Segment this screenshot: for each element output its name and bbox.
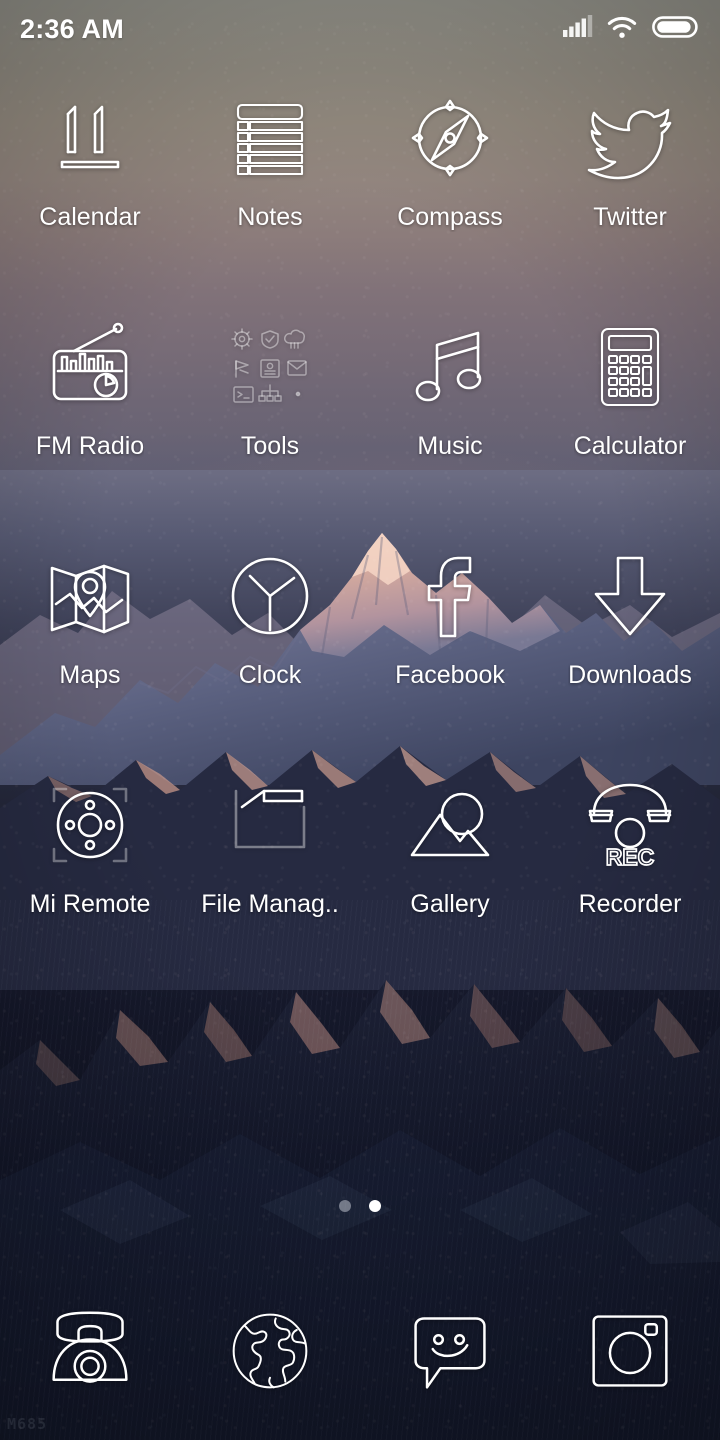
- app-icon-downloads[interactable]: Downloads: [540, 532, 720, 761]
- app-icon-maps[interactable]: Maps: [0, 532, 180, 761]
- wifi-icon: [607, 15, 637, 44]
- status-bar: 2:36 AM: [0, 0, 720, 58]
- tools-folder-icon: [214, 311, 326, 423]
- camera-icon: [578, 1299, 682, 1403]
- status-bar-icons: [562, 14, 698, 44]
- recorder-icon: REC: [574, 769, 686, 881]
- app-label: Clock: [238, 661, 302, 689]
- app-label: Facebook: [395, 661, 505, 689]
- page-dot-1[interactable]: [339, 1200, 351, 1212]
- app-label: Tools: [240, 432, 300, 460]
- wallpaper-watermark: M685: [7, 1415, 48, 1433]
- signal-icon: [562, 14, 593, 44]
- app-icon-file-manager[interactable]: File Manag..: [180, 761, 360, 990]
- globe-icon: [218, 1299, 322, 1403]
- battery-icon: [652, 15, 698, 44]
- app-label: Gallery: [410, 890, 490, 918]
- status-bar-time: 2:36 AM: [20, 13, 124, 44]
- page-dot-2[interactable]: [369, 1200, 381, 1212]
- app-label: Downloads: [568, 661, 692, 689]
- app-icon-twitter[interactable]: Twitter: [540, 74, 720, 303]
- recorder-badge-text: REC: [606, 844, 655, 870]
- app-icon-compass[interactable]: Compass: [360, 74, 540, 303]
- app-label: Maps: [59, 661, 121, 689]
- app-icon-fm-radio[interactable]: FM Radio: [0, 303, 180, 532]
- dock-item-camera[interactable]: [540, 1299, 720, 1403]
- notes-icon: [214, 82, 326, 194]
- calculator-icon: [574, 311, 686, 423]
- dock: [0, 1286, 720, 1416]
- mi-remote-icon: [34, 769, 146, 881]
- app-icon-recorder[interactable]: REC Recorder: [540, 761, 720, 990]
- app-label: Notes: [237, 203, 303, 231]
- maps-icon: [34, 540, 146, 652]
- app-grid: Calendar Notes Compass Twitter FM Radio …: [0, 74, 720, 990]
- app-label: Music: [417, 432, 483, 460]
- twitter-icon: [574, 82, 686, 194]
- dock-item-messaging[interactable]: [360, 1299, 540, 1403]
- calendar-icon: [34, 82, 146, 194]
- app-label: Recorder: [578, 890, 682, 918]
- music-icon: [394, 311, 506, 423]
- page-indicator: [0, 1200, 720, 1212]
- dock-item-phone[interactable]: [0, 1299, 180, 1403]
- app-icon-gallery[interactable]: Gallery: [360, 761, 540, 990]
- app-label: FM Radio: [35, 432, 145, 460]
- file-manager-icon: [214, 769, 326, 881]
- app-label: Calculator: [573, 432, 687, 460]
- app-label: Compass: [397, 203, 503, 231]
- app-icon-calculator[interactable]: Calculator: [540, 303, 720, 532]
- app-label: File Manag..: [201, 890, 339, 918]
- app-label: Calendar: [39, 203, 141, 231]
- app-label: Twitter: [593, 203, 667, 231]
- message-smiley-icon: [398, 1299, 502, 1403]
- compass-icon: [394, 82, 506, 194]
- app-icon-mi-remote[interactable]: Mi Remote: [0, 761, 180, 990]
- app-icon-music[interactable]: Music: [360, 303, 540, 532]
- app-icon-calendar[interactable]: Calendar: [0, 74, 180, 303]
- fm-radio-icon: [34, 311, 146, 423]
- downloads-icon: [574, 540, 686, 652]
- app-icon-facebook[interactable]: Facebook: [360, 532, 540, 761]
- facebook-icon: [394, 540, 506, 652]
- app-icon-clock[interactable]: Clock: [180, 532, 360, 761]
- dock-item-browser[interactable]: [180, 1299, 360, 1403]
- gallery-icon: [394, 769, 506, 881]
- phone-icon: [38, 1299, 142, 1403]
- app-label: Mi Remote: [29, 890, 151, 918]
- clock-icon: [214, 540, 326, 652]
- app-folder-tools[interactable]: Tools: [180, 303, 360, 532]
- app-icon-notes[interactable]: Notes: [180, 74, 360, 303]
